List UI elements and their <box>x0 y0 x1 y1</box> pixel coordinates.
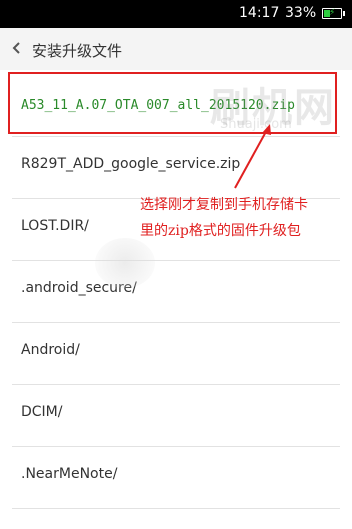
file-item-ota-zip[interactable]: A53_11_A.07_OTA_007_all_2015120.zip <box>0 74 352 136</box>
status-time: 14:17 <box>239 5 280 21</box>
file-item-android-secure[interactable]: .android_secure/ <box>0 260 352 322</box>
file-name: .android_secure/ <box>21 280 137 296</box>
page-title: 安装升级文件 <box>32 42 123 60</box>
chevron-left-icon[interactable] <box>10 39 24 57</box>
file-name: R829T_ADD_google_service.zip <box>21 156 241 172</box>
file-item-nearmenote[interactable]: .NearMeNote/ <box>0 446 352 508</box>
file-item-lost-dir[interactable]: LOST.DIR/ <box>0 198 352 260</box>
battery-charging-icon: ⚡ <box>322 8 345 19</box>
header-bar: 安装升级文件 <box>0 28 352 70</box>
divider <box>12 508 340 509</box>
file-name: Android/ <box>21 342 80 358</box>
file-item-dcim[interactable]: DCIM/ <box>0 384 352 446</box>
file-name: A53_11_A.07_OTA_007_all_2015120.zip <box>21 98 295 113</box>
status-bar: 14:17 33% ⚡ <box>0 0 352 28</box>
battery-percent: 33% <box>285 5 317 21</box>
file-item-google-service-zip[interactable]: R829T_ADD_google_service.zip <box>0 136 352 198</box>
file-item-android[interactable]: Android/ <box>0 322 352 384</box>
file-name: LOST.DIR/ <box>21 218 89 234</box>
file-name: .NearMeNote/ <box>21 466 118 482</box>
file-name: DCIM/ <box>21 404 63 420</box>
